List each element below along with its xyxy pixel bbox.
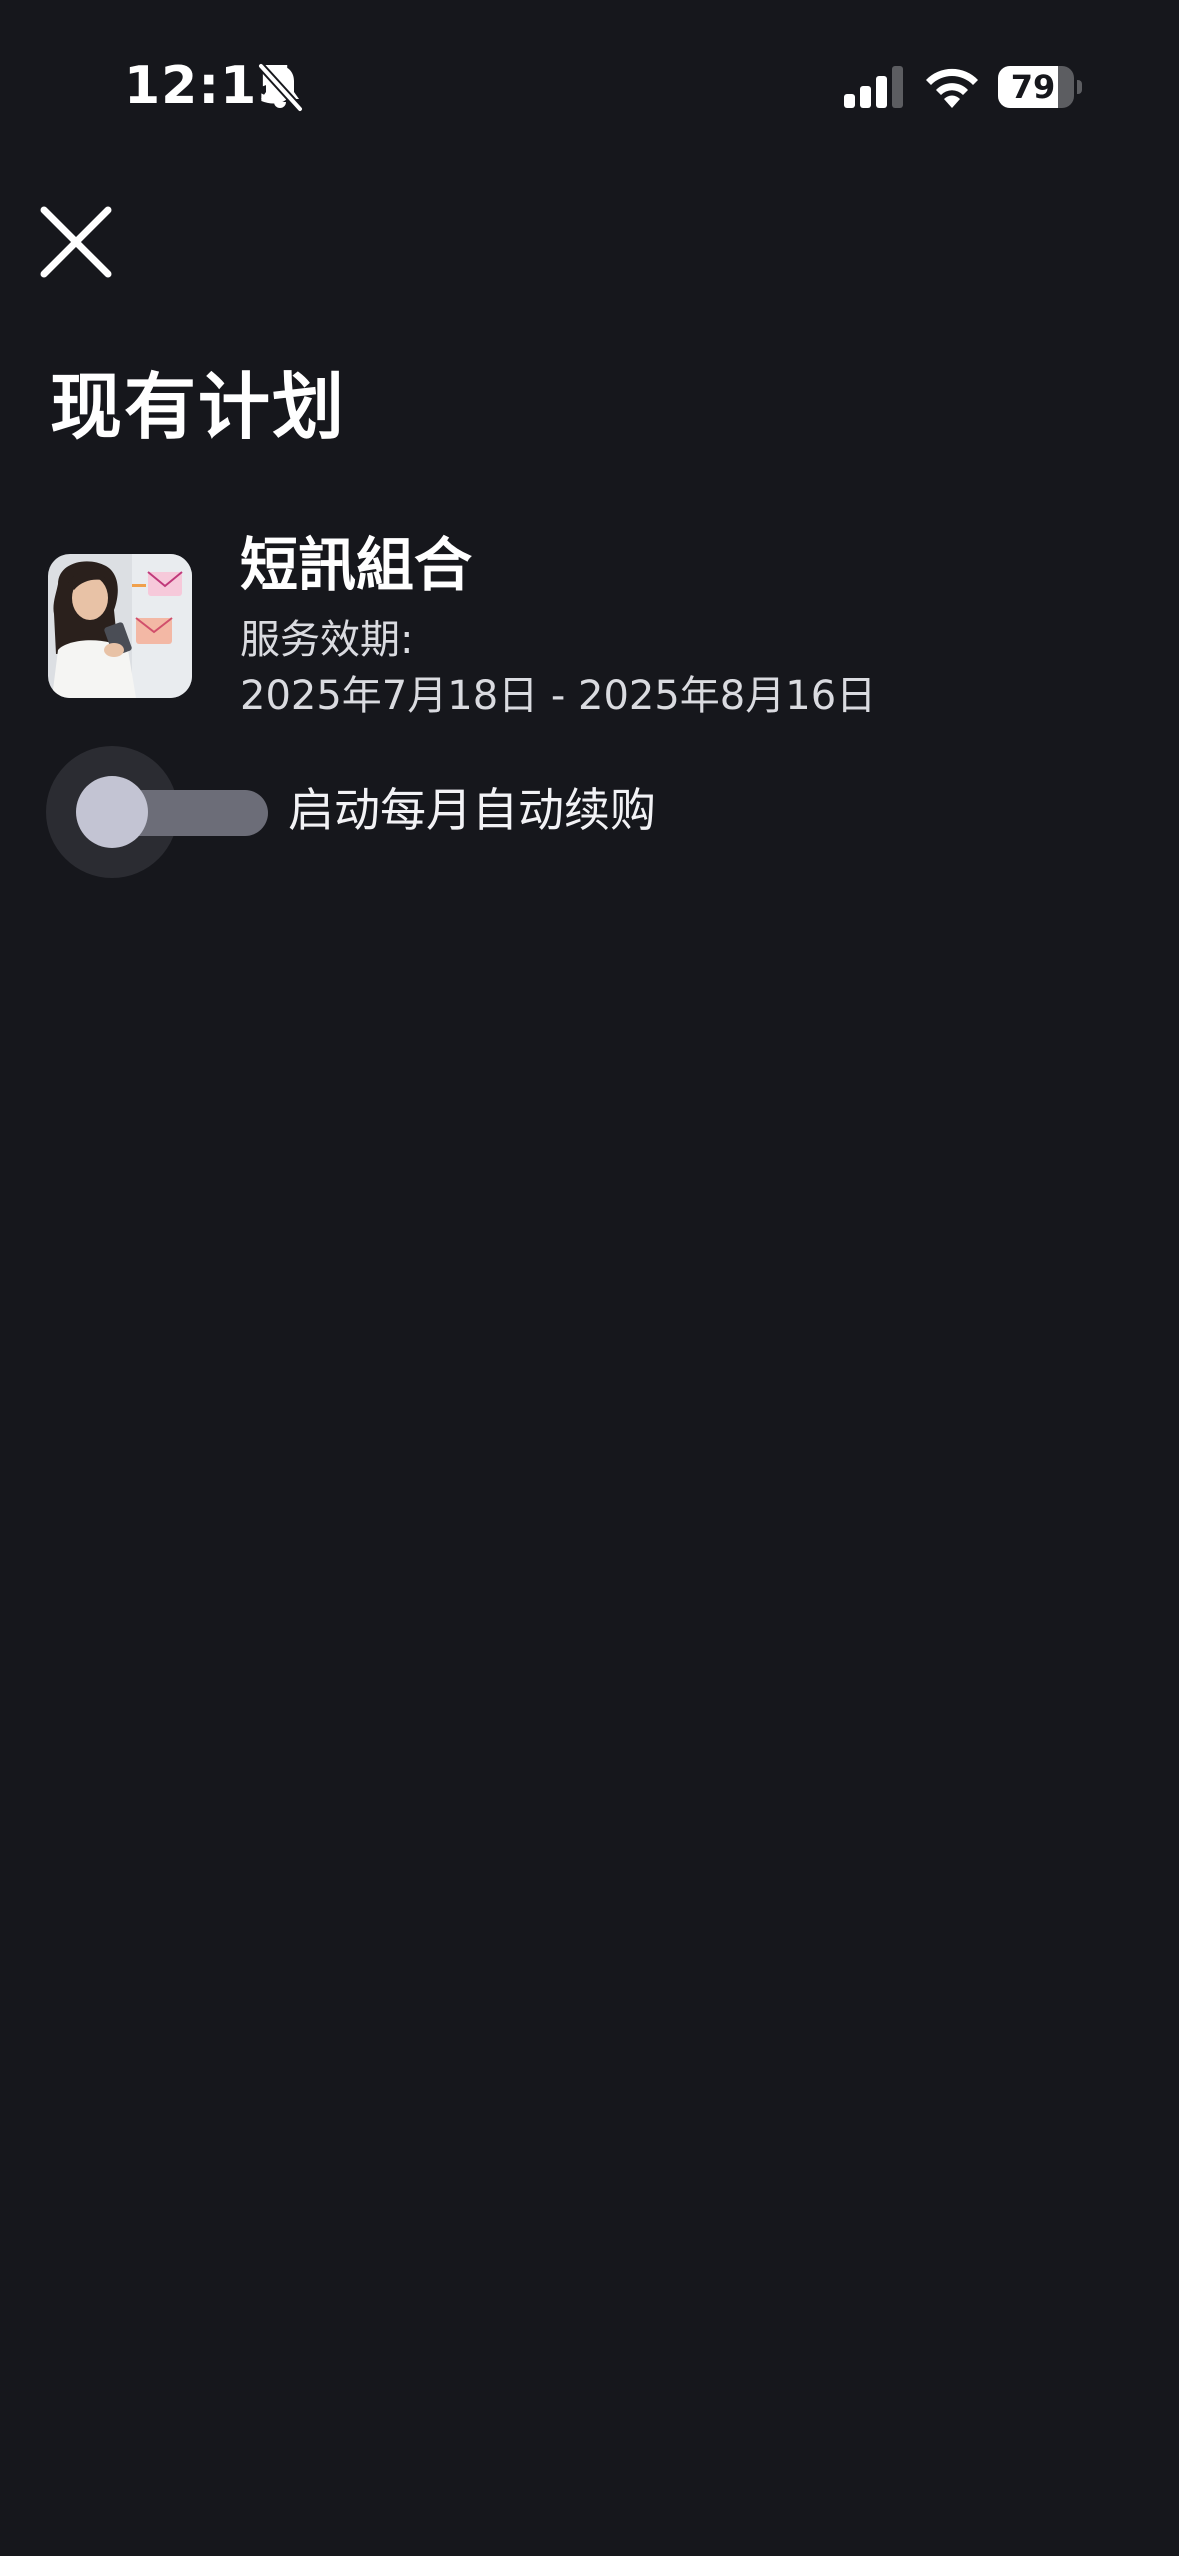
- close-button[interactable]: [30, 196, 122, 288]
- plan-period-range: 2025年7月18日 - 2025年8月16日: [240, 673, 877, 719]
- auto-renew-toggle[interactable]: [46, 746, 268, 878]
- close-icon: [40, 206, 112, 278]
- battery-body: 79: [998, 66, 1074, 108]
- plan-period-label: 服务效期:: [240, 617, 414, 663]
- page-title: 现有计划: [50, 365, 347, 449]
- plan-thumbnail-image: [48, 554, 192, 698]
- auto-renew-label: 启动每月自动续购: [288, 783, 656, 837]
- battery-level: 79: [1010, 68, 1056, 106]
- current-plan-screen: 12:15 79 现有计划 短訊組合 服务效期: 2025年7月18日 - 20…: [0, 0, 1179, 2556]
- battery-cap: [1077, 80, 1082, 94]
- toggle-thumb: [76, 776, 148, 848]
- signal-icon: [844, 66, 903, 108]
- plan-name: 短訊組合: [240, 531, 473, 599]
- wifi-icon: [926, 68, 978, 108]
- battery-icon: 79: [998, 66, 1082, 108]
- bell-off-icon: [257, 62, 304, 112]
